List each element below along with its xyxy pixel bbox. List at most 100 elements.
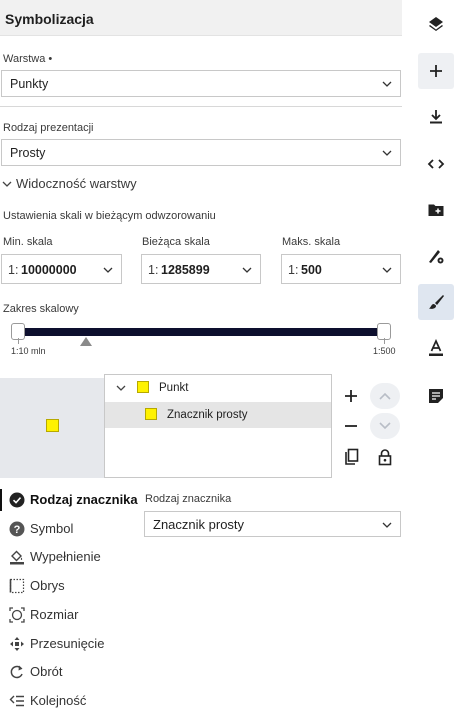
nav-order[interactable]: Kolejność	[2, 690, 137, 712]
symbol-swatch-icon	[145, 408, 157, 420]
chevron-down-icon	[382, 81, 392, 87]
chevron-down-icon	[2, 181, 12, 187]
code-icon	[427, 159, 445, 169]
nav-rotation[interactable]: Obrót	[2, 661, 137, 683]
plus-icon	[430, 65, 442, 77]
chevron-down-icon	[379, 422, 391, 430]
check-circle-icon	[9, 492, 25, 508]
layer-label: Warstwa •	[3, 53, 53, 65]
copy-icon	[345, 448, 359, 465]
brush-icon	[429, 295, 444, 309]
scale-prefix: 1:	[148, 263, 159, 277]
tree-row-punkt[interactable]: Punkt	[105, 375, 331, 401]
min-scale-label: Min. skala	[3, 236, 53, 248]
add-folder-button[interactable]	[418, 192, 454, 228]
nav-item-label: Przesunięcie	[30, 636, 105, 651]
symbol-preview	[0, 378, 105, 478]
remove-layer-button[interactable]	[336, 411, 366, 441]
download-icon	[430, 110, 442, 124]
nav-item-label: Obrót	[30, 664, 63, 679]
marker-type-select[interactable]: Znacznik prosty	[144, 511, 401, 537]
chevron-up-icon	[379, 392, 391, 400]
tree-item-label: Znacznik prosty	[167, 409, 248, 421]
tree-item-label: Punkt	[159, 382, 189, 394]
nav-item-label: Wypełnienie	[30, 549, 101, 564]
dotted-border-icon	[9, 578, 25, 594]
svg-text:?: ?	[14, 524, 21, 536]
lock-button[interactable]	[370, 442, 400, 472]
nav-size[interactable]: Rozmiar	[2, 604, 137, 626]
max-scale-label: Maks. skala	[282, 236, 341, 248]
layers-button[interactable]	[418, 6, 454, 42]
paint-bucket-icon	[10, 550, 24, 565]
slider-max-caption: 1:500	[373, 346, 396, 356]
max-scale-select[interactable]: 1: 500	[281, 254, 401, 284]
layer-select-value: Punkty	[10, 77, 49, 91]
rotate-icon	[10, 665, 23, 679]
text-color-icon	[429, 339, 443, 356]
current-scale-label: Bieżąca skala	[142, 236, 210, 248]
chevron-down-icon	[382, 267, 392, 273]
panel-header: Symbolizacja	[0, 0, 402, 36]
nav-item-label: Kolejność	[30, 693, 87, 708]
duplicate-layer-button[interactable]	[336, 442, 366, 472]
marker-type-value: Znacznik prosty	[153, 517, 245, 532]
nav-marker-type[interactable]: Rodzaj znacznika	[0, 489, 138, 511]
code-button[interactable]	[418, 146, 454, 182]
slider-tick	[18, 338, 19, 344]
tree-row-simple-marker[interactable]: Znacznik prosty	[105, 402, 331, 428]
nav-item-label: Rozmiar	[30, 607, 79, 622]
order-list-icon	[9, 695, 24, 707]
nav-fill[interactable]: Wypełnienie	[2, 546, 137, 568]
nav-offset[interactable]: Przesunięcie	[2, 633, 137, 655]
nav-outline[interactable]: Obrys	[2, 575, 137, 597]
move-icon	[10, 637, 24, 651]
scale-range-track[interactable]	[18, 328, 384, 336]
move-down-button[interactable]	[370, 413, 400, 439]
scale-prefix: 1:	[288, 263, 299, 277]
visibility-toggle-label: Widoczność warstwy	[16, 176, 137, 191]
chevron-down-icon	[242, 267, 252, 273]
min-scale-select[interactable]: 1: 10000000	[1, 254, 122, 284]
nav-symbol[interactable]: ? Symbol	[2, 518, 137, 540]
download-button[interactable]	[418, 99, 454, 135]
nav-item-label: Obrys	[30, 578, 65, 593]
minus-icon	[345, 425, 357, 427]
marker-type-label: Rodzaj znacznika	[145, 493, 232, 505]
current-scale-marker	[80, 337, 92, 346]
divider	[0, 106, 402, 107]
layer-select[interactable]: Punkty	[1, 70, 401, 97]
presentation-select[interactable]: Prosty	[1, 139, 401, 166]
help-circle-icon: ?	[9, 521, 25, 537]
label-style-button[interactable]	[418, 330, 454, 366]
add-layer-button[interactable]	[336, 381, 366, 411]
add-button[interactable]	[418, 53, 454, 89]
chevron-down-icon	[382, 522, 392, 528]
symbolization-panel: Symbolizacja Warstwa • Punkty Rodzaj pre…	[0, 0, 402, 718]
add-folder-icon	[428, 204, 444, 216]
symbol-swatch-icon	[137, 381, 149, 393]
style-settings-button[interactable]	[418, 238, 454, 274]
lock-icon	[378, 449, 392, 466]
layers-icon	[429, 17, 443, 31]
current-scale-value: 1285899	[161, 263, 210, 277]
current-scale-select[interactable]: 1: 1285899	[141, 254, 261, 284]
scale-prefix: 1:	[8, 263, 19, 277]
max-scale-value: 500	[301, 263, 322, 277]
min-scale-value: 10000000	[21, 263, 77, 277]
style-settings-icon	[429, 250, 444, 264]
chevron-down-icon[interactable]	[116, 383, 126, 393]
symbolization-button[interactable]	[418, 284, 454, 320]
scale-range-label: Zakres skalowy	[3, 303, 79, 315]
slider-min-caption: 1:10 mln	[11, 346, 46, 356]
plus-icon	[345, 390, 357, 402]
notes-button[interactable]	[418, 378, 454, 414]
presentation-label: Rodzaj prezentacji	[3, 122, 94, 134]
nav-item-label: Rodzaj znacznika	[30, 492, 138, 507]
resize-icon	[9, 607, 25, 623]
nav-item-label: Symbol	[30, 521, 74, 536]
move-up-button[interactable]	[370, 383, 400, 409]
panel-title: Symbolizacja	[5, 11, 94, 27]
symbol-tree: Punkt Znacznik prosty	[104, 374, 332, 478]
chevron-down-icon	[103, 267, 113, 273]
